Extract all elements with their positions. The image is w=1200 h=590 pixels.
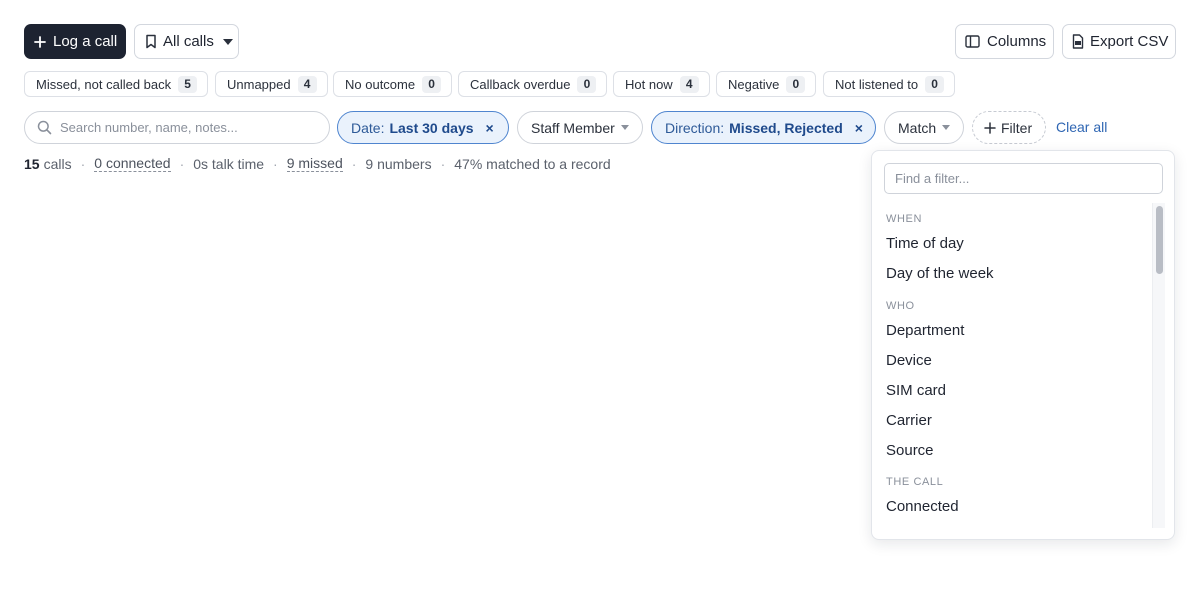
filter-list-scrollbar[interactable]	[1152, 203, 1165, 528]
search-icon	[37, 120, 52, 135]
chip-count: 0	[925, 75, 945, 93]
chip-not-listened-to[interactable]: Not listened to 0	[823, 71, 956, 97]
chip-negative[interactable]: Negative 0	[716, 71, 817, 97]
filter-option-sim-card[interactable]: SIM card	[886, 382, 946, 399]
chip-label: No outcome	[345, 76, 416, 92]
views-label: All calls	[163, 33, 214, 50]
connected-stat[interactable]: 0 connected	[94, 155, 171, 172]
clear-all-link[interactable]: Clear all	[1056, 119, 1107, 135]
views-dropdown[interactable]: All calls	[134, 24, 239, 59]
direction-filter-label: Direction:	[665, 119, 725, 136]
date-filter-pill[interactable]: Date: Last 30 days ×	[337, 111, 509, 144]
direction-filter-value: Missed, Rejected	[729, 119, 843, 136]
add-filter-button[interactable]: Filter	[972, 111, 1046, 144]
calls-count: 15	[24, 155, 40, 172]
match-filter[interactable]: Match	[884, 111, 964, 144]
remove-date-filter-icon[interactable]: ×	[486, 120, 494, 136]
caret-down-icon	[942, 125, 951, 130]
chip-count: 0	[577, 75, 597, 93]
separator: ·	[179, 155, 185, 172]
separator: ·	[440, 155, 446, 172]
log-call-button[interactable]: Log a call	[24, 24, 126, 59]
chip-count: 4	[679, 75, 699, 93]
chip-label: Hot now	[625, 76, 673, 92]
chip-callback-overdue[interactable]: Callback overdue 0	[458, 71, 608, 97]
plus-icon	[34, 35, 46, 48]
columns-icon	[965, 35, 980, 48]
numbers-stat: 9 numbers	[365, 155, 432, 172]
toolbar: Log a call All calls Columns Export CSV	[24, 24, 1176, 59]
staff-member-filter[interactable]: Staff Member	[517, 111, 643, 144]
group-heading-when: WHEN	[886, 213, 923, 225]
bookmark-icon	[145, 34, 157, 49]
add-filter-label: Filter	[1001, 119, 1033, 136]
talk-time-stat: 0s talk time	[193, 155, 265, 172]
scrollbar-thumb[interactable]	[1156, 206, 1163, 274]
filter-option-department[interactable]: Department	[886, 322, 964, 339]
log-call-label: Log a call	[53, 33, 118, 50]
chip-label: Negative	[728, 76, 780, 92]
filter-option-carrier[interactable]: Carrier	[886, 412, 932, 429]
export-csv-label: Export CSV	[1090, 33, 1169, 50]
match-label: Match	[898, 119, 937, 136]
search-box	[24, 111, 330, 144]
remove-direction-filter-icon[interactable]: ×	[855, 120, 863, 136]
chip-count: 4	[297, 75, 317, 93]
filter-option-day-of-week[interactable]: Day of the week	[886, 265, 994, 282]
filter-picker-panel: WHEN Time of day Day of the week WHO Dep…	[871, 150, 1175, 540]
matched-stat: 47% matched to a record	[454, 155, 611, 172]
group-heading-who: WHO	[886, 300, 915, 312]
calls-label: calls	[43, 155, 72, 172]
chip-count: 5	[178, 75, 198, 93]
chip-hot-now[interactable]: Hot now 4	[613, 71, 710, 97]
chip-unmapped[interactable]: Unmapped 4	[215, 71, 328, 97]
chip-label: Unmapped	[227, 76, 291, 92]
columns-label: Columns	[987, 33, 1047, 50]
chip-label: Not listened to	[835, 76, 919, 92]
separator: ·	[351, 155, 357, 172]
missed-stat[interactable]: 9 missed	[286, 155, 343, 172]
results-summary: 15 calls · 0 connected · 0s talk time · …	[24, 155, 611, 172]
caret-down-icon	[620, 125, 629, 130]
direction-filter-pill[interactable]: Direction: Missed, Rejected ×	[651, 111, 876, 144]
separator: ·	[80, 155, 86, 172]
date-filter-label: Date:	[351, 119, 385, 136]
staff-member-label: Staff Member	[531, 119, 615, 136]
csv-file-icon	[1072, 34, 1084, 49]
date-filter-value: Last 30 days	[389, 119, 474, 136]
filter-option-connected[interactable]: Connected	[886, 498, 959, 515]
chip-missed-not-called-back[interactable]: Missed, not called back 5	[24, 71, 209, 97]
filter-search-input[interactable]	[884, 163, 1163, 194]
group-heading-the-call: THE CALL	[886, 476, 944, 488]
chip-label: Missed, not called back	[36, 76, 172, 92]
search-input[interactable]	[60, 120, 300, 135]
caret-down-icon	[222, 38, 233, 45]
separator: ·	[273, 155, 278, 172]
export-csv-button[interactable]: Export CSV	[1062, 24, 1176, 59]
columns-button[interactable]: Columns	[955, 24, 1054, 59]
filter-option-source[interactable]: Source	[886, 442, 934, 459]
filter-option-time-of-day[interactable]: Time of day	[886, 235, 964, 252]
chip-count: 0	[786, 75, 806, 93]
chip-label: Callback overdue	[470, 76, 571, 92]
chip-count: 0	[422, 75, 442, 93]
filter-options-list: WHEN Time of day Day of the week WHO Dep…	[872, 203, 1152, 539]
plus-icon	[984, 121, 996, 134]
filter-option-device[interactable]: Device	[886, 352, 932, 369]
chip-no-outcome[interactable]: No outcome 0	[333, 71, 453, 97]
